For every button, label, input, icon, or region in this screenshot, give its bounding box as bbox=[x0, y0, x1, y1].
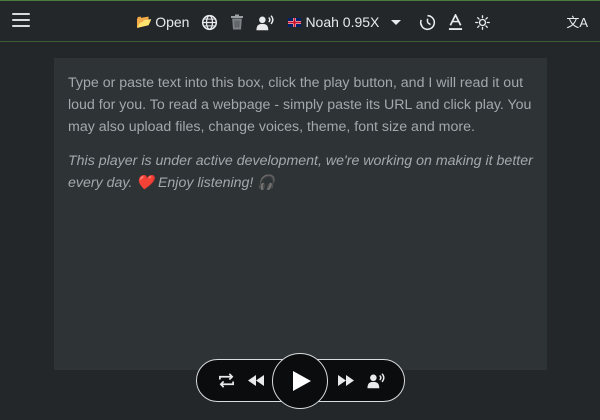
play-button[interactable] bbox=[272, 353, 328, 409]
toolbar-controls: 📂 Open Noah 0.95X bbox=[136, 1, 502, 43]
menu-line bbox=[12, 25, 30, 27]
voice-settings-button[interactable] bbox=[256, 1, 276, 43]
trash-icon bbox=[231, 14, 244, 30]
voice-button[interactable] bbox=[363, 360, 391, 401]
translate-button[interactable]: 文A bbox=[566, 12, 588, 31]
folder-icon: 📂 bbox=[136, 14, 153, 29]
play-icon bbox=[293, 371, 311, 391]
text-color-icon bbox=[449, 13, 463, 30]
menu-line bbox=[12, 13, 30, 15]
clear-button[interactable] bbox=[230, 1, 244, 43]
speed-button[interactable] bbox=[419, 1, 436, 43]
top-toolbar: 📂 Open Noah 0.95X 文A bbox=[0, 0, 600, 42]
open-button[interactable]: 📂 Open bbox=[136, 1, 189, 43]
caret-down-icon bbox=[391, 19, 402, 25]
theme-button[interactable] bbox=[475, 1, 491, 43]
rewind-icon bbox=[248, 375, 264, 386]
clock-speed-icon bbox=[420, 14, 436, 30]
rewind-button[interactable] bbox=[243, 360, 269, 401]
open-label: Open bbox=[155, 14, 190, 30]
speaking-head-icon bbox=[256, 14, 274, 30]
sun-icon bbox=[475, 14, 491, 30]
speaking-head-icon bbox=[367, 373, 385, 389]
fast-forward-icon bbox=[338, 375, 354, 386]
voice-selector[interactable]: Noah 0.95X bbox=[288, 1, 402, 43]
web-button[interactable] bbox=[201, 1, 218, 43]
globe-icon bbox=[202, 14, 218, 30]
text-input-area[interactable]: Type or paste text into this box, click … bbox=[54, 58, 547, 370]
voice-label: Noah 0.95X bbox=[305, 14, 380, 30]
fast-forward-button[interactable] bbox=[333, 360, 359, 401]
menu-line bbox=[12, 19, 30, 21]
menu-button[interactable] bbox=[12, 13, 30, 29]
development-note: This player is under active development,… bbox=[68, 153, 533, 191]
intro-paragraph: Type or paste text into this box, click … bbox=[68, 75, 532, 135]
repeat-button[interactable] bbox=[211, 360, 241, 401]
translate-icon: 文A bbox=[566, 15, 588, 30]
repeat-icon bbox=[218, 373, 234, 388]
font-button[interactable] bbox=[448, 1, 463, 43]
uk-flag-icon bbox=[288, 17, 302, 27]
